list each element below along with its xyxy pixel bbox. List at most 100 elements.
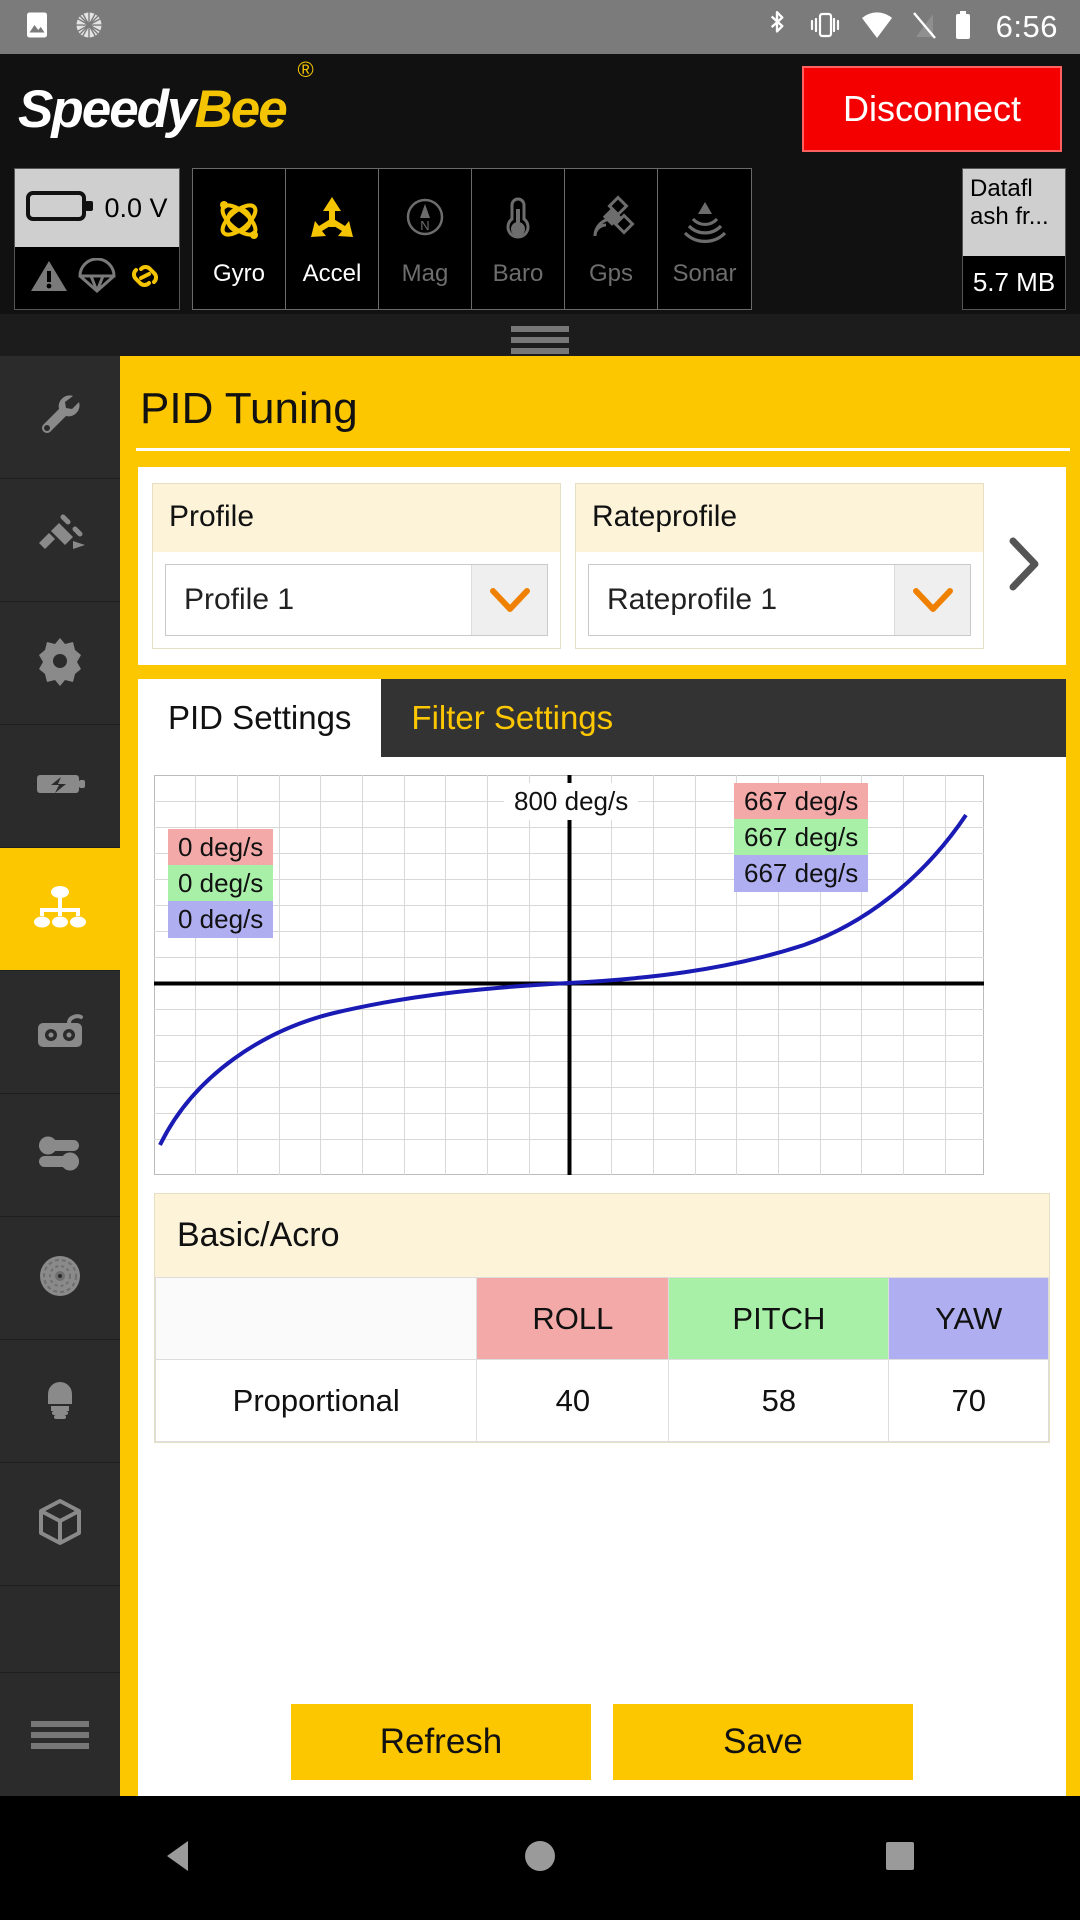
chart-label-roll-min: 0 deg/s [168, 829, 274, 866]
row-label-proportional: Proportional [154, 1359, 478, 1442]
hamburger-icon [31, 1720, 89, 1749]
cube-icon [29, 1491, 91, 1558]
cell-proportional-roll[interactable]: 40 [476, 1359, 670, 1442]
status-bar: 6:56 [0, 0, 1080, 54]
save-button[interactable]: Save [613, 1704, 913, 1780]
warning-icon [29, 258, 69, 299]
svg-text:N: N [420, 218, 429, 233]
profile-column: Profile Profile 1 [152, 483, 561, 649]
sidebar-menu-button[interactable] [0, 1672, 120, 1796]
sidebar-item-receiver[interactable] [0, 971, 120, 1094]
drag-handle-icon [511, 326, 569, 354]
sidebar-item-power[interactable] [0, 725, 120, 848]
table-header-roll: ROLL [476, 1277, 670, 1360]
app-root: 6:56 SpeedyBee ® Disconnect 0.0 V Gyro A… [0, 0, 1080, 1920]
sidebar-item-setup[interactable] [0, 356, 120, 479]
parachute-icon [77, 257, 117, 299]
chart-label-pitch-min: 0 deg/s [168, 865, 274, 902]
table-header-row: ROLL PITCH YAW [154, 1277, 1049, 1360]
main-body: PID Tuning Profile Profile 1 Rateprofile… [0, 356, 1080, 1796]
gyro-icon [210, 191, 268, 254]
sensor-gps-label: Gps [588, 259, 633, 287]
sidebar-item-configuration[interactable] [0, 602, 120, 725]
dataflash-panel[interactable]: Datafl ash fr... 5.7 MB [962, 168, 1066, 310]
content-area: PID Tuning Profile Profile 1 Rateprofile… [120, 356, 1080, 1796]
rateprofile-header: Rateprofile [576, 484, 983, 552]
wrench-icon [29, 384, 91, 451]
back-triangle-icon[interactable] [157, 1833, 203, 1884]
settings-tabs: PID Settings Filter Settings [138, 679, 1066, 757]
sensor-mag[interactable]: N Mag [379, 169, 472, 309]
tab-filter-settings[interactable]: Filter Settings [381, 679, 643, 757]
compass-icon: N [396, 191, 454, 254]
gamepad-icon [29, 999, 91, 1066]
chevron-down-icon[interactable] [894, 565, 970, 635]
chart-label-roll-max: 667 deg/s [734, 783, 869, 820]
chevron-down-icon[interactable] [471, 565, 547, 635]
rateprofile-select-value: Rateprofile 1 [607, 583, 778, 616]
sensor-gyro[interactable]: Gyro [193, 169, 286, 309]
home-circle-icon[interactable] [517, 1833, 563, 1884]
circle-progress-icon [74, 10, 104, 45]
profile-select-value: Profile 1 [184, 583, 295, 616]
battery-icon [954, 10, 972, 45]
toggles-icon [29, 1122, 91, 1189]
wifi-icon [860, 11, 894, 44]
refresh-button[interactable]: Refresh [291, 1704, 591, 1780]
accel-icon [303, 191, 361, 254]
sidebar-item-pid-tuning[interactable] [0, 848, 120, 971]
sensor-accel-label: Accel [302, 259, 362, 287]
chart-label-pitch-max: 667 deg/s [734, 819, 869, 856]
android-navigation-bar [0, 1796, 1080, 1920]
chevron-right-icon [1003, 533, 1047, 600]
sensor-baro[interactable]: Baro [472, 169, 565, 309]
profile-header: Profile [153, 484, 560, 552]
rateprofile-column: Rateprofile Rateprofile 1 [575, 483, 984, 649]
telemetry-bar: 0.0 V Gyro Accel N Mag Baro Gps Sonar Da… [0, 164, 1080, 314]
pid-settings-panel: 800 deg/s 0 deg/s 0 deg/s 0 deg/s 667 de… [138, 757, 1066, 1796]
profile-select[interactable]: Profile 1 [165, 564, 548, 636]
rateprofile-select[interactable]: Rateprofile 1 [588, 564, 971, 636]
sidebar-item-ports[interactable] [0, 479, 120, 602]
logo-text-primary: Speedy [18, 79, 197, 139]
sensor-accel[interactable]: Accel [286, 169, 379, 309]
sensor-gps[interactable]: Gps [565, 169, 658, 309]
basic-acro-section: Basic/Acro ROLL PITCH YAW Proportional 4… [154, 1193, 1050, 1443]
speedybee-logo: SpeedyBee ® [18, 57, 314, 140]
signal-off-icon [912, 11, 936, 44]
satellite-icon [582, 191, 640, 254]
thermometer-icon [489, 191, 547, 254]
cell-proportional-pitch[interactable]: 58 [668, 1359, 890, 1442]
sidebar-item-led[interactable] [0, 1340, 120, 1463]
dataflash-value: 5.7 MB [963, 255, 1065, 310]
tab-pid-settings[interactable]: PID Settings [138, 679, 382, 757]
table-header-pitch: PITCH [668, 1277, 890, 1360]
sonar-icon [676, 191, 734, 254]
sidebar-item-osd[interactable] [0, 1463, 120, 1586]
sensor-gyro-label: Gyro [212, 259, 265, 287]
sidebar-item-motors[interactable] [0, 1217, 120, 1340]
table-header-yaw: YAW [888, 1277, 1049, 1360]
cell-proportional-yaw[interactable]: 70 [888, 1359, 1049, 1442]
title-divider [136, 448, 1070, 451]
battery-voltage-row: 0.0 V [15, 169, 179, 248]
recents-square-icon[interactable] [877, 1833, 923, 1884]
bluetooth-icon [764, 9, 790, 46]
chart-label-yaw-max: 667 deg/s [734, 855, 869, 892]
basic-acro-title: Basic/Acro [155, 1194, 1049, 1277]
table-header-blank [154, 1277, 478, 1360]
disconnect-button[interactable]: Disconnect [802, 66, 1062, 152]
battery-panel: 0.0 V [14, 168, 180, 310]
sensor-mag-label: Mag [401, 259, 449, 287]
dataflash-label: Datafl ash fr... [963, 169, 1065, 256]
rate-curve-chart: 800 deg/s 0 deg/s 0 deg/s 0 deg/s 667 de… [154, 775, 1050, 1175]
settings-tabs-wrapper: PID Settings Filter Settings 800 deg/s 0… [138, 679, 1066, 1796]
sidebar-item-modes[interactable] [0, 1094, 120, 1217]
battery-bolt-icon [29, 753, 91, 820]
sensor-baro-label: Baro [492, 259, 544, 287]
next-page-button[interactable] [998, 533, 1052, 600]
flight-status-icons [15, 247, 179, 310]
logo-text-secondary: Bee [194, 79, 288, 139]
sensor-sonar[interactable]: Sonar [658, 169, 751, 309]
profile-selector-card: Profile Profile 1 Rateprofile Rateprofil… [138, 467, 1066, 665]
